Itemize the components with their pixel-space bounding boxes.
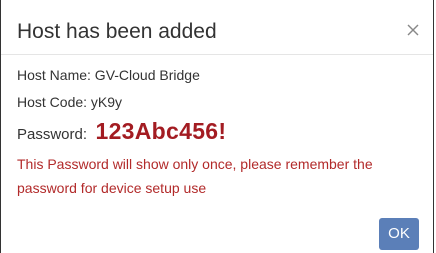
password-value: 123Abc456! (95, 118, 227, 144)
host-name-text: Host Name: GV-Cloud Bridge (17, 67, 200, 83)
close-button[interactable] (405, 22, 421, 38)
dialog-title: Host has been added (17, 20, 217, 43)
password-warning: This Password will show only once, pleas… (17, 156, 373, 196)
close-icon (407, 24, 419, 36)
password-label: Password: (17, 126, 88, 143)
ok-button[interactable]: OK (379, 218, 419, 250)
dialog-header: Host has been added (1, 0, 433, 55)
host-added-dialog: Host has been added Host Name: GV-Cloud … (0, 0, 434, 253)
host-code-text: Host Code: yK9y (17, 94, 123, 110)
password-row: Password: 123Abc456! (17, 118, 226, 148)
